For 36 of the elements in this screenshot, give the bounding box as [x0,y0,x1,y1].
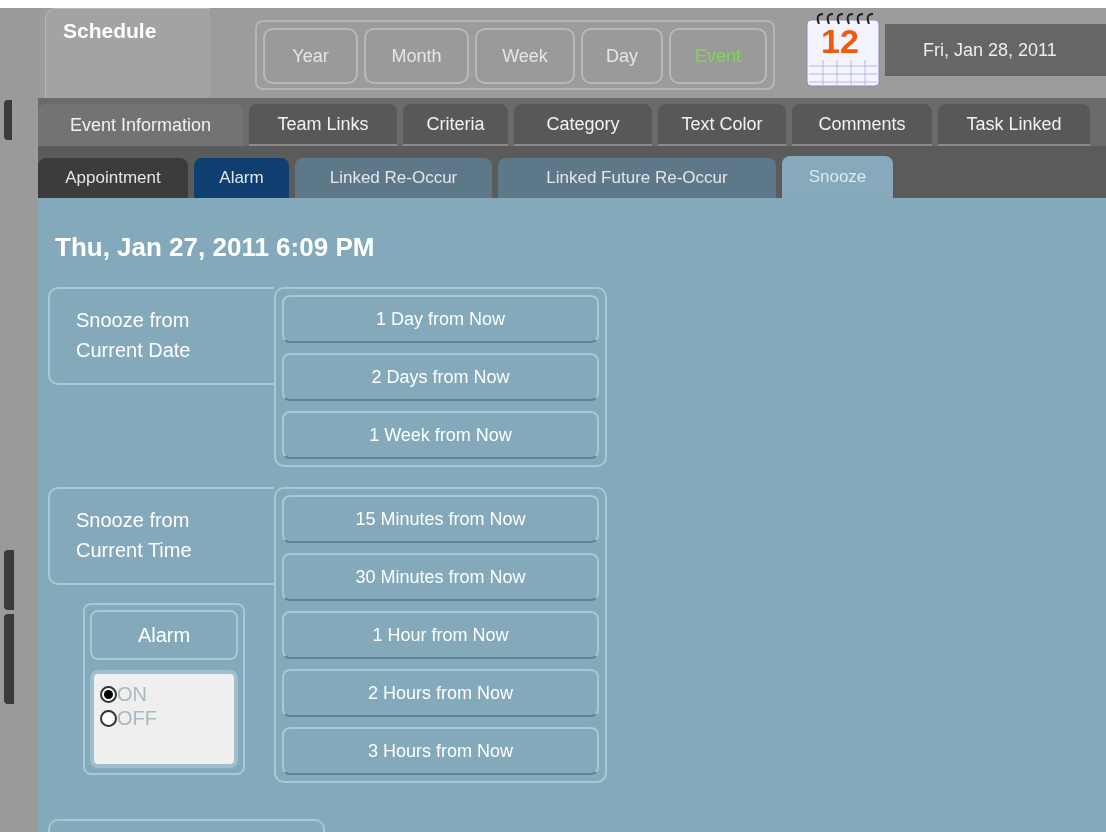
event-time: Thu, Jan 27, 2011 6:09 PM [55,231,376,264]
radio-button[interactable] [100,685,117,703]
tab[interactable]: Text Color [658,104,786,146]
snooze-button[interactable]: 1 Hour from Now [282,611,599,659]
view-button[interactable]: Day [581,28,663,84]
subtab[interactable]: Alarm [194,158,289,198]
subtab[interactable]: Appointment [38,158,188,198]
snooze-button[interactable]: 1 Week from Now [282,411,599,459]
view-button[interactable]: Year [263,28,358,84]
tab[interactable]: Criteria [403,104,508,146]
view-button[interactable]: Event [669,28,767,84]
snooze-button[interactable]: 1 Day from Now [282,295,599,343]
snooze-button[interactable]: 2 Days from Now [282,353,599,401]
subtab[interactable]: Linked Re-Occur [295,158,492,198]
view-button[interactable]: Month [364,28,469,84]
tab[interactable]: Comments [792,104,932,146]
group-label: Snooze from Current Date [48,287,274,385]
radio-button[interactable] [100,709,117,727]
alarm-title: Alarm [90,610,238,660]
tab[interactable]: Team Links [249,104,397,146]
alarm-radio[interactable]: ON [100,682,234,706]
alarm-radio[interactable]: OFF [100,706,234,730]
schedule-title: Schedule [45,8,210,98]
view-button[interactable]: Week [475,28,575,84]
group-label: Snooze from Current Time [48,487,274,585]
snooze-button[interactable]: 15 Minutes from Now [282,495,599,543]
subtab[interactable]: Linked Future Re-Occur [498,158,776,198]
calendar-day: 12 [821,24,859,58]
snooze-button[interactable]: 30 Minutes from Now [282,553,599,601]
subtab[interactable]: Snooze [782,156,893,198]
tab[interactable]: Task Linked [938,104,1090,146]
tab[interactable]: Event Information [38,104,243,146]
date-field[interactable]: Fri, Jan 28, 2011 [885,24,1106,76]
snooze-button[interactable]: 2 Hours from Now [282,669,599,717]
snooze-button[interactable]: 3 Hours from Now [282,727,599,775]
tab[interactable]: Category [514,104,652,146]
